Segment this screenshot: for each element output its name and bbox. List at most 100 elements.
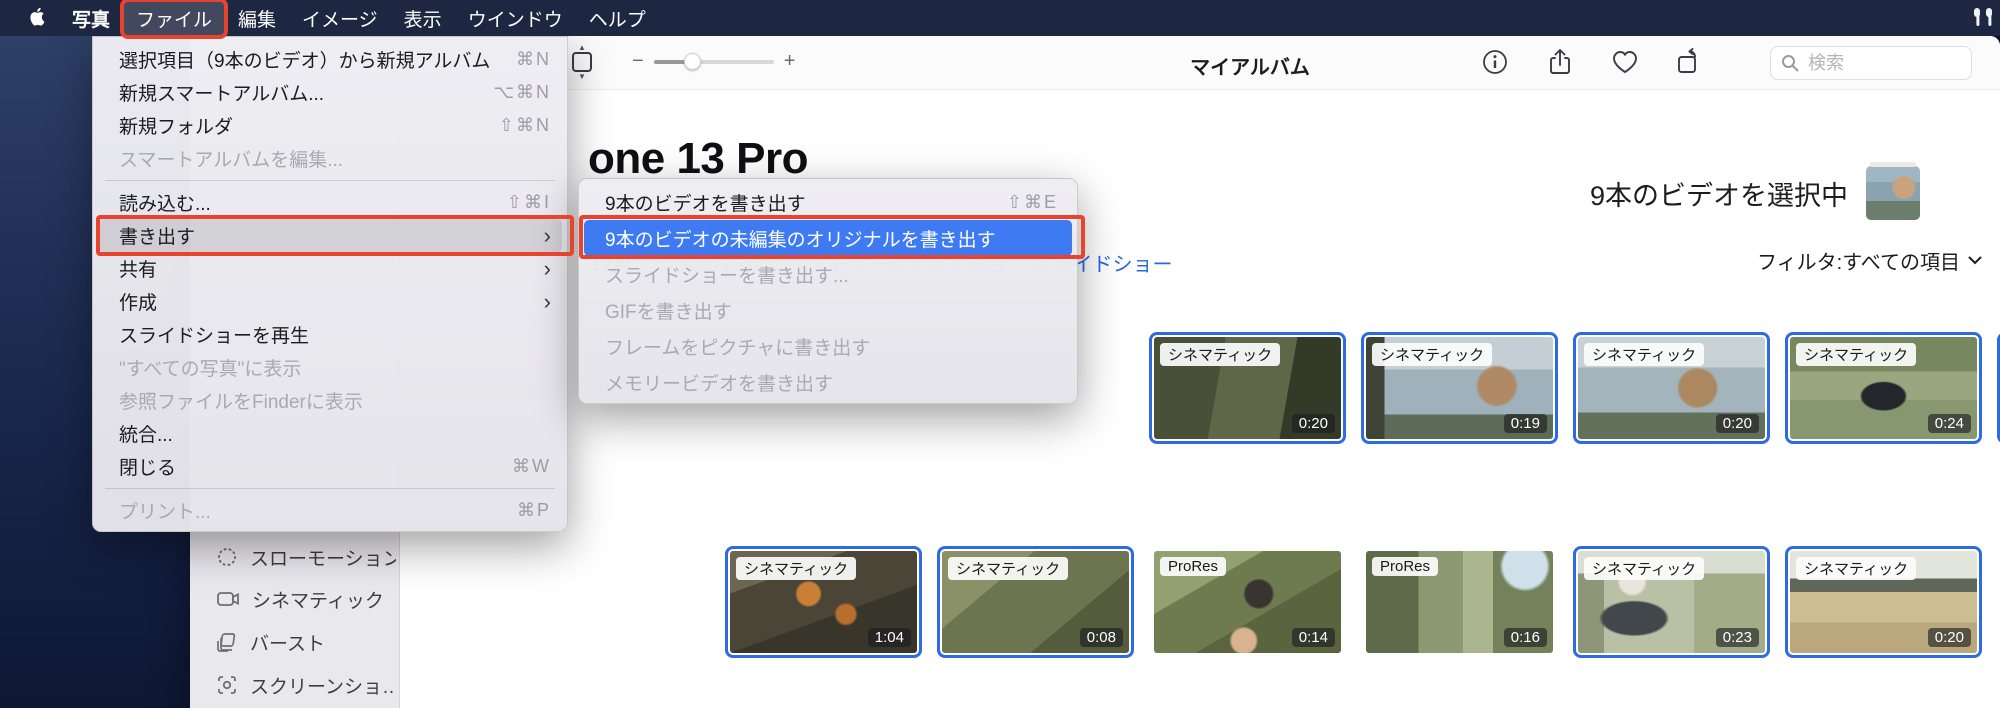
menu-item-export-slideshow: スライドショーを書き出す...: [605, 265, 849, 287]
submenu-arrow-icon: ›: [543, 222, 551, 248]
screenshot-icon: [218, 676, 236, 694]
up-arrow-icon: ▲: [578, 43, 586, 52]
burst-icon: [217, 633, 236, 652]
menu-item-export-gif: GIFを書き出す: [605, 301, 732, 323]
zoom-out-button[interactable]: −: [632, 50, 644, 73]
favorite-heart-icon[interactable]: [1610, 47, 1640, 77]
menu-item-print: プリント... ⌘P: [119, 500, 551, 523]
screen: スローモーション シネマティック バースト スクリーンショ… ▲ ▼ − + マ…: [0, 0, 2000, 708]
share-icon[interactable]: [1545, 47, 1575, 77]
menu-item-export-memory-video: メモリービデオを書き出す: [605, 373, 834, 395]
menu-item-export[interactable]: 書き出す ›: [98, 219, 562, 252]
menu-item-create[interactable]: 作成 ›: [93, 285, 567, 318]
menu-edit[interactable]: 編集: [225, 1, 289, 36]
sidebar-item-burst[interactable]: バースト: [216, 628, 396, 656]
zoom-slider-knob[interactable]: [683, 52, 701, 70]
menu-help[interactable]: ヘルプ: [576, 1, 659, 36]
menu-window[interactable]: ウインドウ: [455, 1, 576, 36]
zoom-slider-track[interactable]: [653, 52, 774, 70]
file-menu: 選択項目（9本のビデオ）から新規アルバム ⌘N 新規スマートアルバム... ⌥⌘N …: [92, 36, 568, 532]
menu-image[interactable]: イメージ: [289, 1, 391, 36]
menu-item-show-referenced-in-finder: 参照ファイルをFinderに表示: [119, 392, 363, 413]
video-mode-badge: シネマティック: [736, 557, 857, 580]
video-duration: 0:23: [1715, 628, 1759, 647]
menu-item-export-unmodified-originals[interactable]: 9本のビデオの未編集のオリジナルを書き出す: [584, 220, 1072, 256]
menu-item-play-slideshow[interactable]: スライドショーを再生: [93, 318, 567, 351]
submenu-arrow-icon: ›: [543, 255, 551, 281]
menu-item-new-folder[interactable]: 新規フォルダ ⇧⌘N: [93, 109, 567, 142]
search-icon: [1782, 55, 1799, 72]
video-mode-badge: シネマティック: [1796, 343, 1917, 366]
video-thumbnail[interactable]: シネマティック 0:20: [1149, 332, 1346, 444]
video-mode-badge: シネマティック: [1372, 343, 1493, 366]
sidebar-item-label: スローモーション: [250, 548, 396, 570]
export-submenu: 9本のビデオを書き出す ⇧⌘E 9本のビデオの未編集のオリジナルを書き出す スライ…: [578, 178, 1078, 404]
video-thumbnail[interactable]: ProRes 0:14: [1149, 546, 1346, 658]
menu-item-edit-smart-album: スマートアルバムを編集...: [119, 150, 344, 171]
video-duration: 0:20: [1927, 628, 1971, 647]
menu-item-new-smart-album[interactable]: 新規スマートアルバム... ⌥⌘N: [93, 76, 567, 109]
video-thumbnail[interactable]: シネマティック 1:04: [725, 546, 922, 658]
airpods-icon[interactable]: [1968, 6, 1998, 36]
video-mode-badge: ProRes: [1160, 557, 1227, 576]
filter-label: フィルタ:すべての項目: [1757, 252, 1960, 274]
menu-separator: [105, 488, 555, 489]
search-field[interactable]: [1770, 46, 1972, 80]
video-mode-badge: シネマティック: [1160, 343, 1281, 366]
info-icon[interactable]: [1480, 47, 1510, 77]
sidebar-item-slow-motion[interactable]: スローモーション: [216, 543, 396, 571]
video-thumbnail[interactable]: シネマティック 0:24: [1785, 332, 1982, 444]
video-duration: 1:04: [867, 628, 911, 647]
menu-separator: [105, 180, 555, 181]
window-title: マイアルバム: [1190, 57, 1310, 79]
video-thumbnail[interactable]: ProRes 0:16: [1361, 546, 1558, 658]
filter-dropdown[interactable]: フィルタ:すべての項目: [1757, 246, 1982, 275]
aspect-ratio-control[interactable]: ▲ ▼: [572, 43, 592, 81]
video-thumbnail[interactable]: シネマティック 0:19: [1361, 332, 1558, 444]
video-thumbnail[interactable]: シネマティック 0:20: [1785, 546, 1982, 658]
menu-item-import[interactable]: 読み込む... ⇧⌘I: [93, 186, 567, 219]
menu-item-consolidate[interactable]: 統合...: [93, 417, 567, 450]
search-input[interactable]: [1806, 51, 1946, 75]
album-title: one 13 Pro: [588, 134, 808, 183]
video-mode-badge: シネマティック: [1796, 557, 1917, 580]
app-menu-photos[interactable]: 写真: [59, 1, 123, 36]
video-mode-badge: シネマティック: [1584, 557, 1705, 580]
sidebar-item-screenshots[interactable]: スクリーンショ…: [216, 671, 396, 699]
video-thumbnail[interactable]: シネマティック 0:08: [937, 546, 1134, 658]
menu-item-show-in-all-photos: "すべての写真"に表示: [119, 359, 302, 380]
submenu-arrow-icon: ›: [543, 288, 551, 314]
menu-item-close[interactable]: 閉じる ⌘W: [93, 450, 567, 483]
apple-logo-icon: [30, 8, 45, 26]
sidebar-item-label: スクリーンショ…: [250, 676, 396, 698]
menu-item-share[interactable]: 共有 ›: [93, 252, 567, 285]
video-thumbnail[interactable]: シネマティック 0:20: [1573, 332, 1770, 444]
chevron-down-icon: [1968, 256, 1982, 265]
video-duration: 0:16: [1503, 628, 1547, 647]
zoom-slider: − +: [632, 50, 795, 73]
down-arrow-icon: ▼: [578, 72, 586, 81]
menu-file[interactable]: ファイル: [120, 0, 229, 39]
video-thumbnail[interactable]: シネマティック 0:23: [1573, 546, 1770, 658]
slow-motion-icon: [218, 548, 236, 566]
selection-thumbnail-stack: [1866, 162, 1920, 220]
apple-menu[interactable]: [30, 8, 47, 28]
cinematic-icon: [217, 592, 239, 606]
menu-view[interactable]: 表示: [391, 1, 455, 36]
menu-item-export-videos[interactable]: 9本のビデオを書き出す ⇧⌘E: [584, 184, 1072, 220]
toolbar: ▲ ▼ − + マイアルバム: [400, 36, 2000, 90]
menu-item-new-album-from-selection[interactable]: 選択項目（9本のビデオ）から新規アルバム ⌘N: [93, 43, 567, 76]
video-duration: 0:08: [1079, 628, 1123, 647]
video-mode-badge: シネマティック: [1584, 343, 1705, 366]
video-duration: 0:24: [1927, 414, 1971, 433]
aspect-square-icon: [572, 52, 592, 72]
sidebar-item-cinematic[interactable]: シネマティック: [216, 585, 396, 613]
video-duration: 0:14: [1291, 628, 1335, 647]
video-duration: 0:20: [1715, 414, 1759, 433]
rotate-icon[interactable]: [1675, 47, 1705, 77]
zoom-in-button[interactable]: +: [784, 50, 796, 73]
selection-status: 9本のビデオを選択中: [1589, 180, 1848, 211]
video-duration: 0:20: [1291, 414, 1335, 433]
menu-item-export-frame-to-pictures: フレームをピクチャに書き出す: [605, 337, 871, 359]
menu-bar: 写真 ファイル 編集 イメージ 表示 ウインドウ ヘルプ: [0, 0, 2000, 39]
